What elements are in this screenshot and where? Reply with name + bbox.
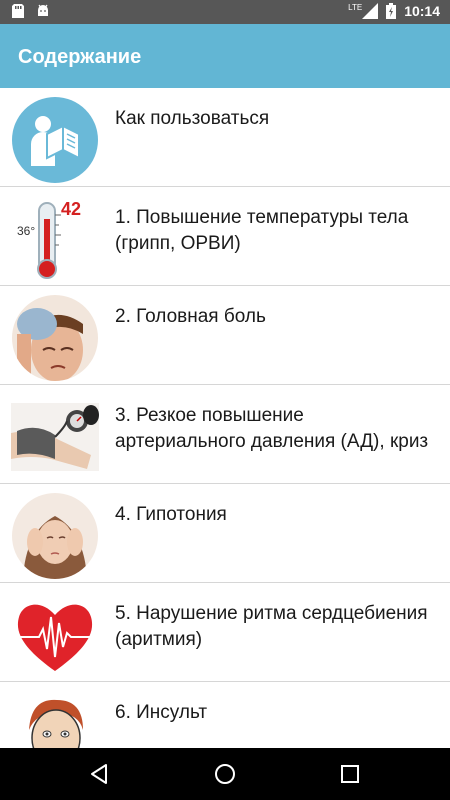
list-item-label: 2. Головная боль — [115, 306, 266, 327]
signal-icon — [362, 3, 379, 19]
headache-icon — [12, 295, 98, 381]
list-item-how-to-use[interactable]: Как пользоваться — [0, 88, 450, 187]
list-item-label: 1. Повышение температуры тела (грипп, ОР… — [115, 207, 409, 254]
list-item-hypertension[interactable]: 3. Резкое повышение артериального давлен… — [0, 385, 450, 484]
navigation-bar — [0, 748, 450, 800]
page-title: Содержание — [18, 46, 142, 68]
thermometer-low-value: 36° — [17, 224, 35, 238]
list-item-label: 4. Гипотония — [115, 504, 227, 525]
recents-icon[interactable] — [336, 760, 364, 788]
sd-card-icon — [12, 4, 24, 18]
blood-pressure-icon — [11, 403, 99, 471]
list-item-stroke[interactable]: 6. Инсульт — [0, 682, 450, 748]
thermometer-icon: 42 36° — [17, 199, 81, 279]
stroke-icon — [29, 699, 83, 748]
android-icon — [38, 4, 48, 16]
battery-icon — [386, 3, 397, 19]
back-icon[interactable] — [86, 760, 114, 788]
list-item-headache[interactable]: 2. Головная боль — [0, 286, 450, 385]
reader-icon — [12, 97, 98, 183]
thermometer-high-value: 42 — [61, 199, 81, 219]
hypotension-icon — [12, 493, 98, 579]
home-icon[interactable] — [211, 760, 239, 788]
list-item-arrhythmia[interactable]: 5. Нарушение ритма сердцебиения (аритмия… — [0, 583, 450, 682]
list-item-label: Как пользоваться — [115, 108, 270, 129]
clock: 10:14 — [404, 3, 440, 19]
app-bar: Содержание — [0, 24, 450, 88]
contents-list: Как пользоваться 42 36° 1. Повышение тем… — [0, 88, 450, 748]
status-bar: LTE 10:14 — [0, 0, 450, 24]
list-item-label: 5. Нарушение ритма сердцебиения (аритмия… — [115, 603, 428, 650]
list-item-label: 3. Резкое повышение артериального давлен… — [115, 405, 429, 452]
heart-icon — [17, 604, 93, 671]
network-type-label: LTE — [348, 2, 363, 12]
list-item-hypotension[interactable]: 4. Гипотония — [0, 484, 450, 583]
list-item-label: 6. Инсульт — [115, 702, 208, 723]
list-item-fever[interactable]: 42 36° 1. Повышение температуры тела (гр… — [0, 187, 450, 286]
